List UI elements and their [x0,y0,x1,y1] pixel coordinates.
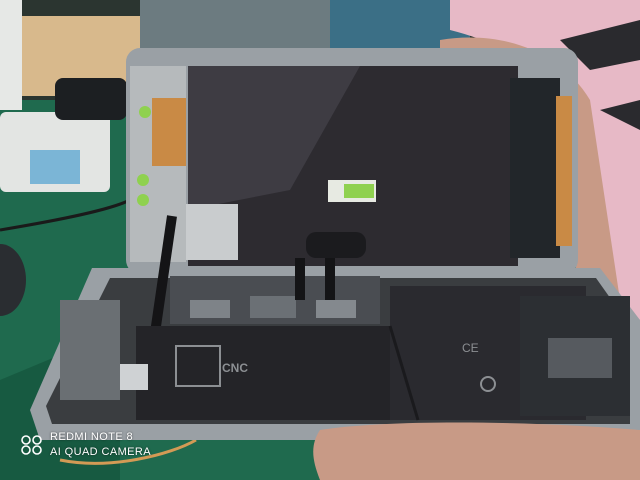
board-chip [250,296,296,318]
hand [313,422,640,480]
watermark-camera: AI QUAD CAMERA [50,446,151,458]
green-connector [137,194,149,206]
display-shield-plate [180,204,238,260]
power-supply-display [30,150,80,184]
board-chip [316,300,356,318]
watermark-device: REDMI NOTE 8 [50,431,134,443]
display-label-green [344,184,374,198]
board-chip [190,300,230,318]
battery-left [136,326,418,420]
battery-brand: CNC [222,361,248,375]
photo-scene: CNC CE [0,0,640,480]
display-flex-cable [306,232,366,258]
speaker-flex [548,338,612,378]
green-connector [139,106,151,118]
battery-regulatory-ce: CE [462,341,479,355]
wall-left [0,0,22,110]
front-camera-bracket [152,98,186,166]
taptic-engine [60,300,120,400]
display-driver-chip [510,78,560,258]
display-flex-strip [556,96,572,246]
green-connector [137,174,149,186]
camera-watermark: REDMI NOTE 8 AI QUAD CAMERA [20,430,151,460]
port-shield [120,364,148,390]
four-dot-camera-logo-icon [21,435,42,455]
black-device [55,78,127,120]
